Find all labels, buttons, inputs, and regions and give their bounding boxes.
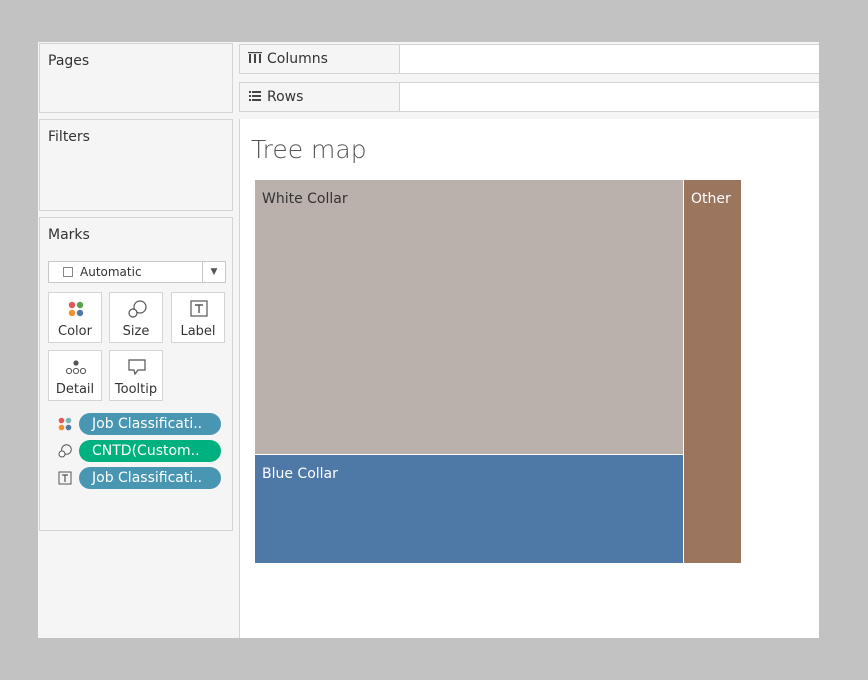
size-card-button[interactable]: Size [109, 292, 163, 343]
pages-card[interactable]: Pages [39, 43, 233, 113]
marks-title: Marks [48, 227, 90, 243]
treemap-chart: White Collar Blue Collar Other [255, 180, 741, 563]
mark-type-dropdown[interactable]: Automatic ▼ [48, 261, 226, 283]
label-card-button[interactable]: Label [171, 292, 225, 343]
rows-shelf[interactable]: Rows [239, 82, 819, 112]
columns-shelf-label: Columns [240, 45, 400, 73]
chevron-down-icon[interactable]: ▼ [202, 262, 225, 282]
filters-title: Filters [48, 129, 90, 145]
cntd-custom-size-pill[interactable]: CNTD(Custom.. [79, 440, 221, 462]
treemap-label-blue-collar: Blue Collar [262, 466, 338, 482]
treemap-cell-white-collar[interactable] [255, 180, 683, 454]
job-classification-label-pill[interactable]: Job Classificati.. [79, 467, 221, 489]
viz-area: Tree map White Collar Blue Collar Other [239, 119, 819, 638]
marks-card: Marks Automatic ▼ Color Size Label Detai… [39, 217, 233, 531]
color-card-label: Color [58, 324, 92, 339]
rows-label: Rows [267, 89, 304, 105]
color-icon [68, 301, 84, 317]
size-icon [58, 444, 72, 458]
tooltip-icon [128, 359, 146, 376]
size-card-label: Size [122, 324, 150, 339]
square-icon [63, 267, 73, 277]
color-card-button[interactable]: Color [48, 292, 102, 343]
tooltip-card-button[interactable]: Tooltip [109, 350, 163, 401]
columns-label: Columns [267, 51, 328, 67]
treemap-label-white-collar: White Collar [262, 191, 348, 207]
rows-shelf-label: Rows [240, 83, 400, 111]
filters-card[interactable]: Filters [39, 119, 233, 211]
size-icon [128, 300, 147, 318]
columns-icon [248, 52, 262, 63]
columns-shelf[interactable]: Columns [239, 44, 819, 74]
label-card-label: Label [180, 324, 216, 339]
mark-type-value: Automatic [80, 265, 142, 279]
treemap-label-other: Other [691, 191, 731, 207]
detail-card-button[interactable]: Detail [48, 350, 102, 401]
treemap-cell-other[interactable] [684, 180, 741, 563]
tooltip-card-label: Tooltip [114, 382, 158, 397]
label-icon [58, 471, 72, 485]
job-classification-color-pill[interactable]: Job Classificati.. [79, 413, 221, 435]
detail-card-label: Detail [55, 382, 95, 397]
color-icon [58, 417, 72, 431]
label-icon [190, 300, 208, 317]
pages-title: Pages [48, 53, 90, 69]
detail-icon [65, 360, 87, 375]
rows-icon [249, 91, 261, 101]
tableau-workspace: Pages Filters Marks Automatic ▼ Color Si… [38, 42, 819, 638]
